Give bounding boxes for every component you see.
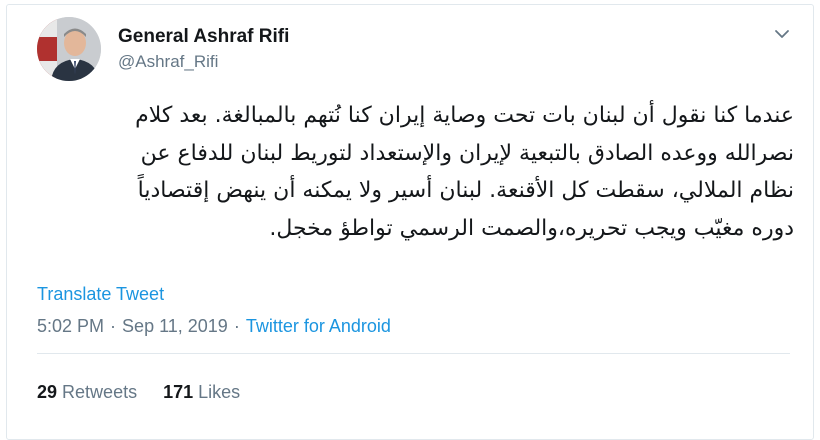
tweet-stats: 29 Retweets 171 Likes bbox=[37, 382, 240, 403]
separator: · bbox=[233, 316, 240, 336]
likes-label: Likes bbox=[198, 382, 241, 402]
divider bbox=[37, 353, 790, 354]
tweet-time[interactable]: 5:02 PM bbox=[37, 316, 104, 336]
likes-count: 171 bbox=[163, 382, 194, 402]
tweet-text-line: عندما كنا نقول أن لبنان بات تحت وصاية إي… bbox=[135, 103, 794, 128]
author-handle[interactable]: @Ashraf_Rifi bbox=[118, 51, 289, 73]
avatar[interactable] bbox=[37, 17, 101, 81]
retweets-stat[interactable]: 29 Retweets bbox=[37, 382, 137, 403]
separator: · bbox=[110, 316, 117, 336]
tweet-text: عندما كنا نقول أن لبنان بات تحت وصاية إي… bbox=[28, 97, 794, 247]
tweet-metadata: 5:02 PM · Sep 11, 2019 · Twitter for Android bbox=[37, 316, 391, 337]
retweets-count: 29 bbox=[37, 382, 58, 402]
translate-tweet-link[interactable]: Translate Tweet bbox=[37, 284, 164, 305]
tweet-text-line: نصرالله ووعده الصادق بالتبعية لإيران وال… bbox=[140, 140, 794, 166]
author-info: General Ashraf Rifi @Ashraf_Rifi bbox=[118, 25, 289, 73]
retweets-label: Retweets bbox=[62, 382, 138, 402]
tweet-source-link[interactable]: Twitter for Android bbox=[246, 316, 391, 336]
chevron-down-icon[interactable] bbox=[770, 24, 794, 44]
tweet-text-line: نظام الملالي، سقطت كل الأقنعة. لبنان أسي… bbox=[137, 178, 794, 203]
author-display-name[interactable]: General Ashraf Rifi bbox=[118, 25, 289, 49]
tweet-card: General Ashraf Rifi @Ashraf_Rifi عندما ك… bbox=[0, 0, 820, 440]
tweet-text-line: دوره مغيّب ويجب تحريره،والصمت الرسمي توا… bbox=[269, 215, 794, 241]
likes-stat[interactable]: 171 Likes bbox=[163, 382, 240, 403]
tweet-date[interactable]: Sep 11, 2019 bbox=[122, 316, 228, 336]
avatar-photo bbox=[37, 17, 101, 81]
